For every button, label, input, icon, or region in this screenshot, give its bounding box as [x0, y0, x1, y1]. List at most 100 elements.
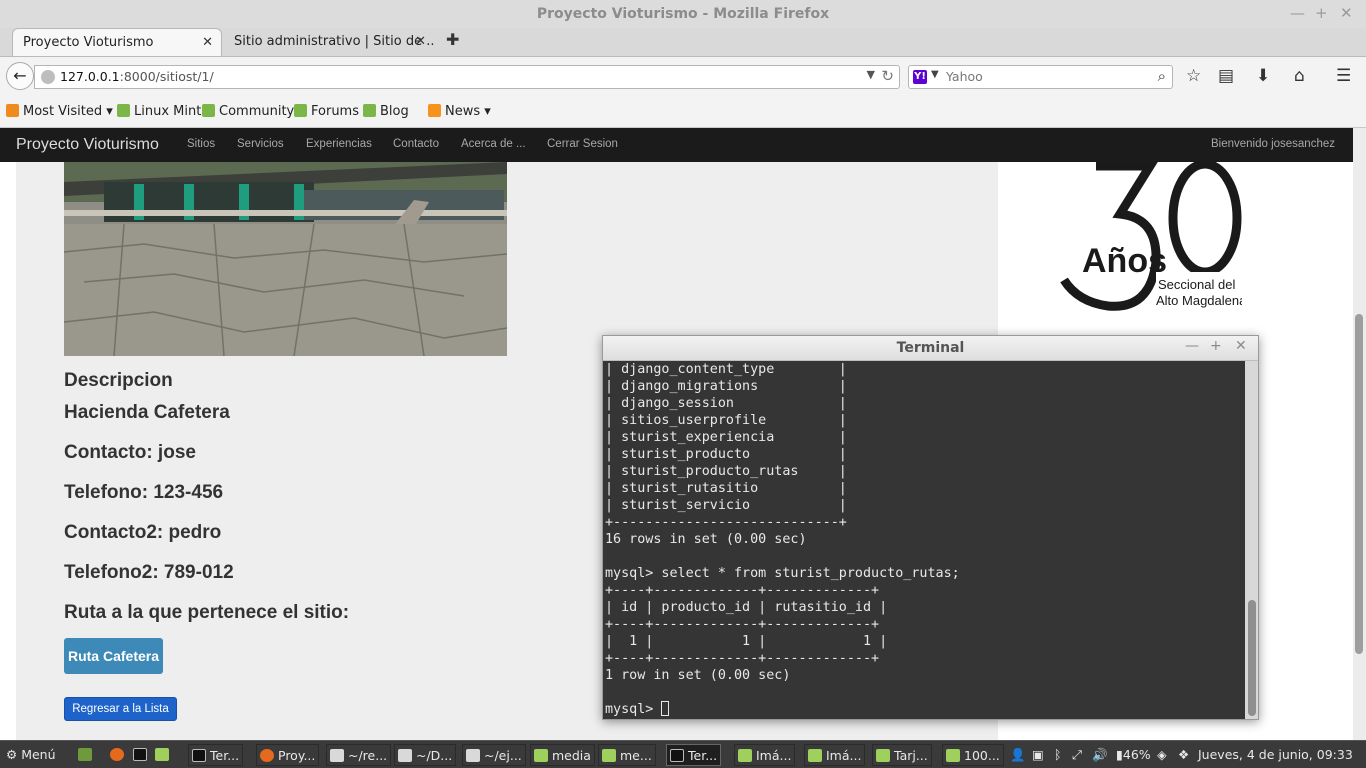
taskbar-window-firefox[interactable]: Proy...: [256, 744, 320, 766]
taskbar-window-folder[interactable]: Imá...: [734, 744, 796, 766]
taskbar-window-terminal-active[interactable]: Ter...: [666, 744, 722, 766]
route-button[interactable]: Ruta Cafetera: [64, 638, 163, 674]
tab-label: Sitio administrativo | Sitio de ...: [234, 34, 434, 49]
taskbar-window-folder[interactable]: 100...: [942, 744, 1004, 766]
bookmark-linux-mint[interactable]: Linux Mint: [117, 104, 201, 119]
taskbar-window-terminal[interactable]: Ter...: [188, 744, 244, 766]
terminal-line: | 1 | 1 | 1 |: [605, 634, 888, 649]
search-engine-dropdown-icon[interactable]: ▼: [931, 69, 939, 80]
bookmark-star-icon[interactable]: ☆: [1186, 66, 1201, 86]
folder-icon: [534, 749, 548, 762]
maximize-icon[interactable]: +: [1315, 4, 1328, 22]
close-icon[interactable]: ✕: [1235, 338, 1247, 354]
close-icon[interactable]: ✕: [1340, 4, 1353, 22]
bookmark-news[interactable]: News ▾: [428, 104, 491, 119]
back-arrow-icon[interactable]: ←: [6, 62, 34, 90]
url-text: 127.0.0.1:8000/sitiost/1/: [60, 69, 214, 84]
site-brand[interactable]: Proyecto Vioturismo: [16, 136, 159, 154]
bookmark-blog[interactable]: Blog: [363, 104, 409, 119]
bluetooth-icon[interactable]: ᛒ: [1054, 744, 1062, 766]
terminal-line: +----------------------------+: [605, 515, 847, 530]
terminal-line: +----+-------------+-------------+: [605, 583, 880, 598]
battery-indicator[interactable]: ▮46%: [1116, 744, 1151, 766]
shield-icon[interactable]: ◈: [1157, 744, 1167, 766]
dropbox-icon[interactable]: ❖: [1178, 744, 1189, 766]
mint-icon: [117, 104, 130, 117]
mint-icon: [294, 104, 307, 117]
search-input[interactable]: Y! ▼ Yahoo ⌕: [908, 65, 1173, 89]
volume-icon[interactable]: 🔊: [1092, 744, 1108, 766]
terminal-line: +----+-------------+-------------+: [605, 651, 880, 666]
taskbar-window-editor[interactable]: ~/re...: [326, 744, 392, 766]
terminal-screen[interactable]: | django_content_type | | django_migrati…: [603, 361, 1245, 719]
network-icon[interactable]: ⤢: [1072, 744, 1082, 766]
terminal-launcher-icon[interactable]: [133, 744, 151, 766]
url-path: :8000/sitiost/1/: [119, 69, 214, 84]
navigation-toolbar: ← 127.0.0.1:8000/sitiost/1/ ▼ ↻ Y! ▼ Yah…: [0, 56, 1366, 96]
nav-acerca-de[interactable]: Acerca de ...: [461, 138, 526, 150]
nav-contacto[interactable]: Contacto: [393, 138, 439, 150]
terminal-line: | sturist_producto |: [605, 447, 847, 462]
taskbar-window-folder[interactable]: media: [530, 744, 595, 766]
terminal-line: | sturist_experiencia |: [605, 430, 847, 445]
terminal-line: | django_migrations |: [605, 379, 847, 394]
download-icon[interactable]: ⬇: [1256, 66, 1270, 86]
taskbar-window-editor[interactable]: ~/D...: [394, 744, 457, 766]
window-title: Proyecto Vioturismo - Mozilla Firefox: [536, 6, 830, 22]
page-scrollbar-thumb[interactable]: [1355, 314, 1363, 654]
terminal-line: | sitios_userprofile |: [605, 413, 847, 428]
files-launcher-icon[interactable]: [155, 744, 173, 766]
taskbar-window-editor[interactable]: ~/ej...: [462, 744, 526, 766]
show-desktop-icon[interactable]: [78, 744, 96, 766]
url-dropdown-icon[interactable]: ▼: [867, 68, 875, 81]
minimize-icon[interactable]: —: [1290, 4, 1305, 22]
url-bar[interactable]: 127.0.0.1:8000/sitiost/1/ ▼ ↻: [34, 65, 900, 89]
home-icon[interactable]: ⌂: [1294, 66, 1305, 86]
30-years-logo: Años Seccional del Alto Magdalena: [1058, 159, 1247, 312]
mint-icon: [363, 104, 376, 117]
terminal-titlebar[interactable]: Terminal — + ✕: [603, 336, 1258, 361]
bookmark-community[interactable]: Community: [202, 104, 294, 119]
taskbar-window-folder[interactable]: Tarj...: [872, 744, 932, 766]
close-tab-icon[interactable]: ✕: [415, 28, 426, 55]
nav-sitios[interactable]: Sitios: [187, 138, 215, 150]
back-to-list-button[interactable]: Regresar a la Lista: [64, 697, 177, 721]
terminal-line: 16 rows in set (0.00 sec): [605, 532, 807, 547]
contact-phone: Telefono: 123-456: [64, 482, 224, 503]
nav-servicios[interactable]: Servicios: [237, 138, 284, 150]
folder-icon: [876, 749, 890, 762]
terminal-window[interactable]: Terminal — + ✕ | django_content_type | |…: [602, 335, 1259, 720]
close-tab-icon[interactable]: ✕: [202, 29, 213, 56]
mint-icon: [202, 104, 215, 117]
search-icon[interactable]: ⌕: [1158, 67, 1166, 85]
taskbar-window-folder[interactable]: Imá...: [804, 744, 866, 766]
terminal-line: | sturist_rutasitio |: [605, 481, 847, 496]
terminal-prompt: mysql>: [605, 702, 662, 717]
reading-list-icon[interactable]: ▤: [1218, 66, 1234, 86]
terminal-title: Terminal: [896, 340, 965, 356]
contact-name: Contacto: jose: [64, 442, 196, 463]
new-tab-icon[interactable]: ✚: [446, 30, 459, 49]
bookmark-most-visited[interactable]: Most Visited ▾: [6, 104, 113, 119]
site-navbar: Proyecto Vioturismo Sitios Servicios Exp…: [0, 128, 1353, 162]
welcome-text: Bienvenido josesanchez: [1210, 138, 1335, 150]
maximize-icon[interactable]: +: [1210, 338, 1222, 354]
firefox-launcher-icon[interactable]: [110, 744, 128, 766]
logo-line2: Alto Magdalena: [1156, 293, 1242, 308]
clock[interactable]: Jueves, 4 de junio, 09:33: [1198, 744, 1353, 766]
globe-icon: [41, 70, 55, 84]
minimize-icon[interactable]: —: [1185, 338, 1199, 354]
update-icon[interactable]: ▣: [1032, 744, 1044, 766]
bookmark-forums[interactable]: Forums: [294, 104, 359, 119]
reload-icon[interactable]: ↻: [881, 67, 894, 85]
user-icon[interactable]: 👤: [1010, 744, 1026, 766]
menu-icon[interactable]: ☰: [1336, 66, 1351, 86]
nav-cerrar-sesion[interactable]: Cerrar Sesion: [547, 138, 618, 150]
nav-experiencias[interactable]: Experiencias: [306, 138, 372, 150]
taskbar-window-folder[interactable]: me...: [598, 744, 656, 766]
terminal-scrollbar-thumb[interactable]: [1248, 600, 1256, 716]
tab-sitio-administrativo[interactable]: Sitio administrativo | Sitio de ... ✕: [224, 28, 434, 56]
menu-button[interactable]: ⚙ Menú: [6, 744, 56, 766]
tab-proyecto-vioturismo[interactable]: Proyecto Vioturismo ✕: [12, 28, 222, 56]
terminal-line: | django_session |: [605, 396, 847, 411]
